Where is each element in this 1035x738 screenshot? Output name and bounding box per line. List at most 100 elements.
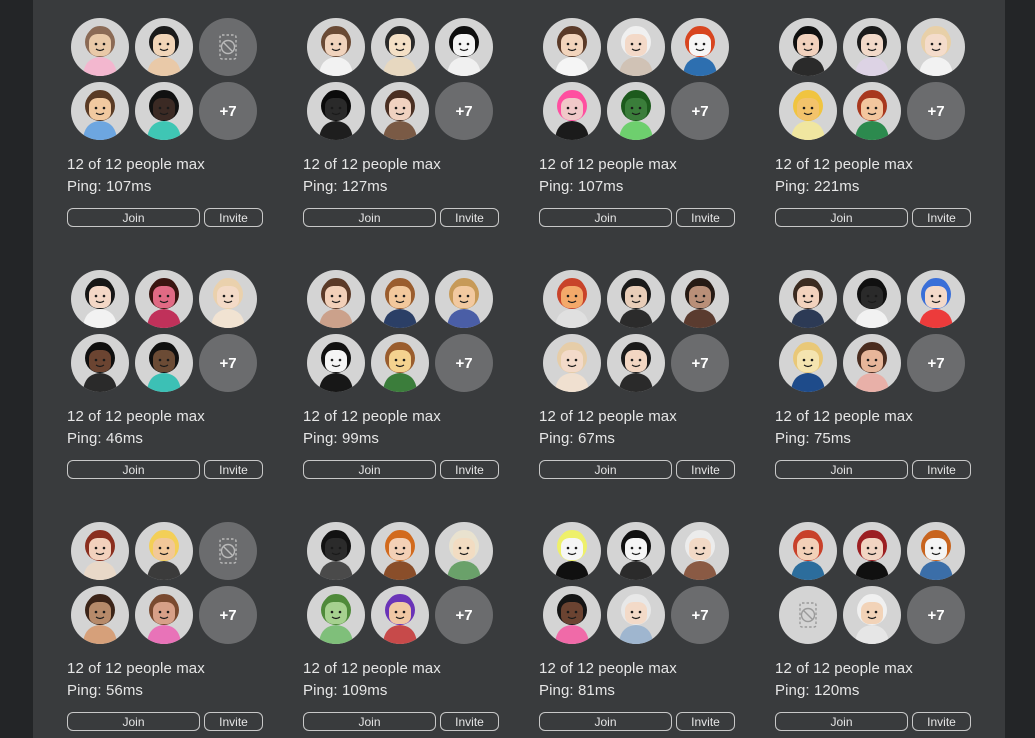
- join-button[interactable]: Join: [539, 460, 672, 479]
- player-avatar[interactable]: [135, 334, 193, 392]
- join-button[interactable]: Join: [775, 712, 908, 731]
- join-button[interactable]: Join: [775, 460, 908, 479]
- player-avatar[interactable]: [135, 18, 193, 76]
- more-players-badge[interactable]: +7: [907, 82, 965, 140]
- invite-button[interactable]: Invite: [204, 460, 263, 479]
- more-players-badge[interactable]: +7: [199, 82, 257, 140]
- player-avatar[interactable]: [371, 334, 429, 392]
- player-avatar[interactable]: [779, 82, 837, 140]
- player-avatar[interactable]: [435, 18, 493, 76]
- invite-button[interactable]: Invite: [204, 208, 263, 227]
- player-avatar[interactable]: [843, 586, 901, 644]
- player-avatar[interactable]: [607, 586, 665, 644]
- invite-button[interactable]: Invite: [676, 712, 735, 731]
- invite-button[interactable]: Invite: [676, 208, 735, 227]
- player-avatar[interactable]: [71, 82, 129, 140]
- player-avatar[interactable]: [779, 270, 837, 328]
- join-button[interactable]: Join: [539, 208, 672, 227]
- invite-button[interactable]: Invite: [440, 460, 499, 479]
- player-avatar[interactable]: [607, 270, 665, 328]
- player-avatar[interactable]: [543, 18, 601, 76]
- player-avatar[interactable]: [371, 82, 429, 140]
- player-avatar[interactable]: [843, 522, 901, 580]
- player-avatar[interactable]: [71, 270, 129, 328]
- player-avatars: +7: [307, 522, 497, 646]
- player-avatar[interactable]: [607, 334, 665, 392]
- join-button[interactable]: Join: [67, 208, 200, 227]
- player-avatar[interactable]: [71, 586, 129, 644]
- server-info: 12 of 12 people max Ping: 127ms: [303, 154, 503, 198]
- join-button[interactable]: Join: [67, 712, 200, 731]
- player-avatar[interactable]: [543, 522, 601, 580]
- more-players-badge[interactable]: +7: [671, 334, 729, 392]
- player-avatar[interactable]: [71, 522, 129, 580]
- player-avatar[interactable]: [371, 270, 429, 328]
- join-button[interactable]: Join: [303, 460, 436, 479]
- more-players-badge[interactable]: +7: [435, 82, 493, 140]
- player-avatar[interactable]: [71, 18, 129, 76]
- player-avatar[interactable]: [435, 522, 493, 580]
- invite-button[interactable]: Invite: [676, 460, 735, 479]
- player-avatar[interactable]: [843, 334, 901, 392]
- invite-button[interactable]: Invite: [440, 208, 499, 227]
- player-avatar[interactable]: [779, 18, 837, 76]
- invite-button[interactable]: Invite: [912, 712, 971, 731]
- player-avatar[interactable]: [779, 334, 837, 392]
- more-players-badge[interactable]: +7: [671, 586, 729, 644]
- player-avatar[interactable]: [607, 522, 665, 580]
- player-avatar[interactable]: [843, 82, 901, 140]
- invite-button[interactable]: Invite: [440, 712, 499, 731]
- player-avatar[interactable]: [543, 270, 601, 328]
- player-avatar[interactable]: [843, 18, 901, 76]
- player-avatar[interactable]: [543, 334, 601, 392]
- join-button[interactable]: Join: [303, 208, 436, 227]
- player-avatar[interactable]: [907, 270, 965, 328]
- player-avatar[interactable]: [907, 18, 965, 76]
- player-avatar[interactable]: [135, 82, 193, 140]
- player-avatar[interactable]: [135, 270, 193, 328]
- more-players-badge[interactable]: +7: [435, 586, 493, 644]
- player-avatars: +7: [543, 18, 733, 142]
- player-avatar[interactable]: [843, 270, 901, 328]
- invite-button[interactable]: Invite: [912, 460, 971, 479]
- player-avatar[interactable]: [371, 18, 429, 76]
- server-ping: Ping: 107ms: [67, 178, 152, 195]
- player-avatar[interactable]: [307, 18, 365, 76]
- player-avatar[interactable]: [199, 270, 257, 328]
- server-card: +7 12 of 12 people max Ping: 75ms Join Invit…: [775, 252, 975, 492]
- player-avatar[interactable]: [907, 522, 965, 580]
- player-avatar[interactable]: [307, 82, 365, 140]
- player-avatar[interactable]: [307, 334, 365, 392]
- invite-button[interactable]: Invite: [912, 208, 971, 227]
- player-avatar[interactable]: [307, 586, 365, 644]
- player-avatar[interactable]: [371, 586, 429, 644]
- server-card: +7 12 of 12 people max Ping: 46ms Join Invit…: [67, 252, 267, 492]
- player-avatar[interactable]: [607, 82, 665, 140]
- more-players-badge[interactable]: +7: [671, 82, 729, 140]
- more-players-badge[interactable]: +7: [199, 586, 257, 644]
- player-avatar[interactable]: [543, 82, 601, 140]
- player-avatar[interactable]: [135, 586, 193, 644]
- player-avatar[interactable]: [543, 586, 601, 644]
- player-avatar[interactable]: [607, 18, 665, 76]
- invite-button[interactable]: Invite: [204, 712, 263, 731]
- player-avatar[interactable]: [671, 270, 729, 328]
- player-avatar[interactable]: [435, 270, 493, 328]
- player-avatar[interactable]: [307, 522, 365, 580]
- more-players-badge[interactable]: +7: [907, 586, 965, 644]
- player-avatar[interactable]: [371, 522, 429, 580]
- player-avatar[interactable]: [671, 522, 729, 580]
- join-button[interactable]: Join: [303, 712, 436, 731]
- player-avatar[interactable]: [71, 334, 129, 392]
- join-button[interactable]: Join: [539, 712, 672, 731]
- player-avatar[interactable]: [779, 522, 837, 580]
- more-players-badge[interactable]: +7: [907, 334, 965, 392]
- server-card: +7 12 of 12 people max Ping: 127ms Join Invi…: [303, 0, 503, 240]
- more-players-badge[interactable]: +7: [435, 334, 493, 392]
- player-avatar[interactable]: [671, 18, 729, 76]
- join-button[interactable]: Join: [775, 208, 908, 227]
- more-players-badge[interactable]: +7: [199, 334, 257, 392]
- player-avatar[interactable]: [135, 522, 193, 580]
- player-avatar[interactable]: [307, 270, 365, 328]
- join-button[interactable]: Join: [67, 460, 200, 479]
